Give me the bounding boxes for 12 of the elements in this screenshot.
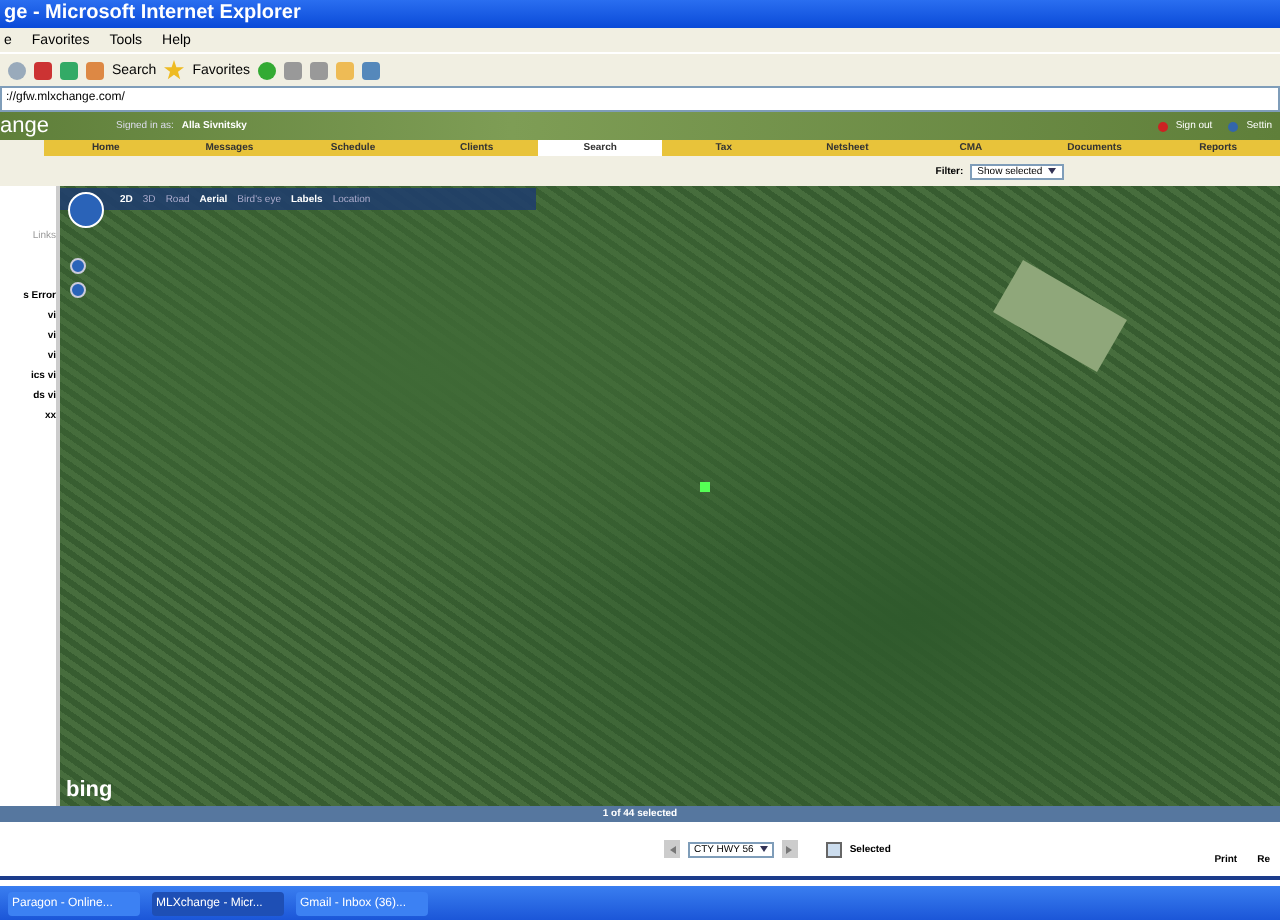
clearing-drawing	[993, 260, 1127, 372]
window-title: ge - Microsoft Internet Explorer	[4, 2, 301, 24]
previous-button[interactable]	[664, 840, 680, 858]
zoom-out-icon[interactable]	[70, 282, 86, 298]
next-button[interactable]	[781, 840, 798, 858]
zoom-in-icon[interactable]	[70, 258, 86, 274]
logo-text: ange	[0, 114, 51, 138]
compass-icon[interactable]	[68, 192, 104, 228]
marker-icon	[700, 482, 710, 492]
star-icon[interactable]	[164, 60, 185, 80]
selected-checkbox[interactable]	[825, 841, 842, 857]
bing-logo: bing	[66, 778, 113, 802]
